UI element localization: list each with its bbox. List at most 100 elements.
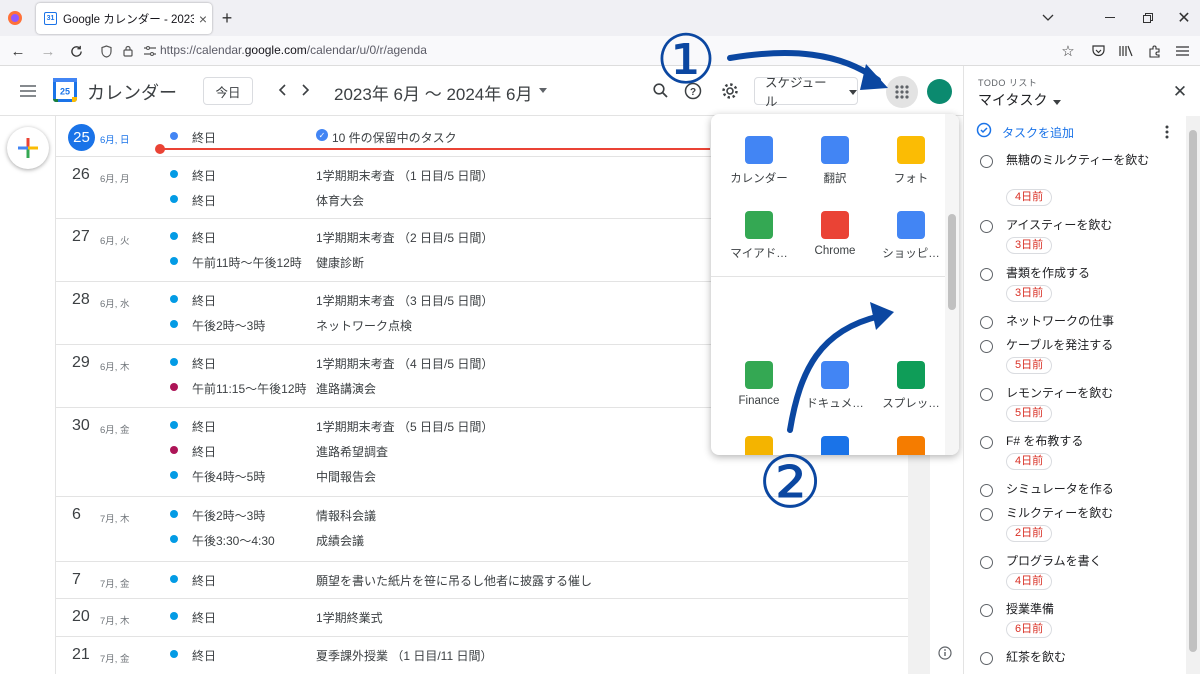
library-icon[interactable] bbox=[1116, 41, 1136, 61]
task-checkbox[interactable] bbox=[980, 508, 993, 521]
next-period-icon[interactable] bbox=[296, 80, 316, 100]
today-button[interactable]: 今日 bbox=[203, 77, 253, 105]
date-range-dropdown-icon[interactable] bbox=[536, 82, 550, 98]
calendar-icon bbox=[745, 136, 773, 164]
lock-icon[interactable] bbox=[118, 41, 138, 61]
view-selector[interactable]: スケジュール bbox=[754, 76, 858, 109]
event-title: 進路希望調査 bbox=[316, 445, 389, 459]
task-title: 授業準備 bbox=[1006, 602, 1055, 616]
event-title: 夏季課外授業 （1 日目/11 日間） bbox=[316, 649, 493, 663]
event-title: ネットワーク点検 bbox=[316, 319, 413, 333]
apps-menu-scrollbar-thumb[interactable] bbox=[948, 214, 956, 310]
task-checkbox[interactable] bbox=[980, 268, 993, 281]
restore-window-icon[interactable] bbox=[1138, 8, 1158, 28]
app-menu-icon[interactable] bbox=[1172, 41, 1192, 61]
chrome-icon bbox=[821, 211, 849, 239]
event-color-dot bbox=[170, 650, 178, 658]
firefox-menu-icon[interactable] bbox=[6, 9, 24, 27]
task-checkbox[interactable] bbox=[980, 484, 993, 497]
app-tile-label: マイアド… bbox=[730, 248, 788, 260]
event-color-dot bbox=[170, 612, 178, 620]
task-checkbox[interactable] bbox=[980, 436, 993, 449]
agenda-day-row: 20 7月, 木終日 1学期終業式 bbox=[56, 599, 908, 637]
annotation-marker-2: ② bbox=[757, 440, 823, 524]
annotation-marker-1: ① bbox=[655, 20, 717, 100]
task-title: F# を布教する bbox=[1006, 434, 1084, 448]
avatar[interactable] bbox=[927, 79, 952, 104]
task-title: ミルクティーを飲む bbox=[1006, 506, 1114, 520]
tab-list-chevron-icon[interactable] bbox=[1038, 8, 1058, 28]
task-title: 紅茶を飲む bbox=[1006, 650, 1067, 664]
extensions-icon[interactable] bbox=[1144, 41, 1164, 61]
app-name: カレンダー bbox=[87, 83, 177, 103]
task-checkbox[interactable] bbox=[980, 556, 993, 569]
event-time: 午後2時～3時 bbox=[192, 509, 266, 523]
close-window-icon[interactable]: ✕ bbox=[1174, 8, 1194, 28]
app-tile-label: Finance bbox=[738, 395, 780, 407]
calendar-favicon-icon: 31 bbox=[44, 12, 57, 25]
minimize-window-icon[interactable] bbox=[1100, 8, 1120, 28]
add-task-button[interactable]: タスクを追加 bbox=[976, 122, 1074, 143]
task-list-selector[interactable]: マイタスク bbox=[978, 90, 1062, 110]
google-apps-grid-icon[interactable] bbox=[886, 76, 918, 108]
shield-icon[interactable] bbox=[96, 41, 116, 61]
info-icon[interactable] bbox=[936, 644, 954, 662]
pocket-icon[interactable] bbox=[1088, 41, 1108, 61]
main-menu-icon[interactable] bbox=[17, 81, 39, 101]
address-bar[interactable]: https://calendar.google.com/calendar/u/0… bbox=[160, 43, 427, 57]
app-tile[interactable]: カレンダー bbox=[719, 114, 799, 185]
app-tile[interactable]: Blogger bbox=[871, 414, 951, 455]
task-title: ネットワークの仕事 bbox=[1006, 314, 1115, 328]
event-color-dot bbox=[170, 471, 178, 479]
tasks-scrollbar-track[interactable] bbox=[1186, 116, 1200, 674]
task-checkbox[interactable] bbox=[980, 652, 993, 665]
task-checkbox[interactable] bbox=[980, 220, 993, 233]
task-checkbox[interactable] bbox=[980, 316, 993, 329]
date-range-title: 2023年 6月 ～ 2024年 6月 bbox=[334, 85, 533, 104]
app-tile[interactable]: フォト bbox=[871, 114, 951, 185]
browser-tab[interactable]: 31 Google カレンダー - 2023年 6月 ～ × bbox=[36, 3, 212, 34]
agenda-event[interactable]: 終日 1学期終業式 bbox=[56, 606, 908, 626]
event-time: 午後2時～3時 bbox=[192, 319, 266, 333]
tasks-scrollbar-thumb[interactable] bbox=[1189, 130, 1197, 652]
more-options-icon[interactable] bbox=[1160, 124, 1174, 140]
task-checkbox[interactable] bbox=[980, 155, 993, 168]
event-color-dot bbox=[170, 295, 178, 303]
close-panel-icon[interactable]: ✕ bbox=[1170, 82, 1190, 102]
app-tile[interactable]: ドキュメ… bbox=[795, 339, 875, 410]
app-tile[interactable]: ショッピ… bbox=[871, 189, 951, 260]
chevron-down-icon bbox=[849, 84, 857, 98]
reload-icon[interactable] bbox=[66, 41, 86, 61]
google-apps-menu: カレンダー 翻訳 フォトマイアド… Chrome ショッピ… Finance ドキュメ… スプ… bbox=[711, 114, 959, 455]
app-tile[interactable]: スプレッ… bbox=[871, 339, 951, 410]
app-tile[interactable]: Chrome bbox=[795, 189, 875, 259]
prev-period-icon[interactable] bbox=[272, 80, 292, 100]
event-title: 1学期期末考査 （4 日目/5 日間） bbox=[316, 357, 494, 371]
agenda-event[interactable]: 終日 願望を書いた紙片を笹に吊るし他者に披露する催し bbox=[56, 569, 908, 589]
app-tile[interactable]: Finance bbox=[719, 339, 799, 409]
permissions-icon[interactable] bbox=[140, 41, 160, 61]
apps-menu-scrollbar[interactable] bbox=[945, 114, 959, 455]
tab-title: Google カレンダー - 2023年 6月 ～ bbox=[63, 13, 194, 26]
back-icon[interactable]: ← bbox=[8, 41, 28, 61]
agenda-event[interactable]: 午後3:30～4:30 成績会議 bbox=[56, 529, 908, 549]
app-tile-label: ショッピ… bbox=[882, 248, 940, 260]
task-check-icon: ✓ bbox=[316, 129, 328, 141]
event-color-dot bbox=[170, 170, 178, 178]
add-task-icon bbox=[976, 122, 992, 143]
app-tile[interactable]: 翻訳 bbox=[795, 114, 875, 185]
event-color-dot bbox=[170, 575, 178, 583]
close-tab-icon[interactable]: × bbox=[194, 11, 212, 27]
event-time: 午後4時～5時 bbox=[192, 470, 266, 484]
agenda-event[interactable]: 終日 夏季課外授業 （1 日目/11 日間） bbox=[56, 644, 908, 664]
bookmark-star-icon[interactable]: ☆ bbox=[1058, 41, 1078, 61]
task-checkbox[interactable] bbox=[980, 388, 993, 401]
new-tab-icon[interactable]: + bbox=[217, 8, 237, 28]
sheets-icon bbox=[897, 361, 925, 389]
task-checkbox[interactable] bbox=[980, 340, 993, 353]
forward-icon[interactable]: → bbox=[38, 41, 58, 61]
create-button[interactable] bbox=[7, 127, 49, 169]
app-tile[interactable]: マイアド… bbox=[719, 189, 799, 260]
my-ad-center-icon bbox=[745, 211, 773, 239]
task-checkbox[interactable] bbox=[980, 604, 993, 617]
